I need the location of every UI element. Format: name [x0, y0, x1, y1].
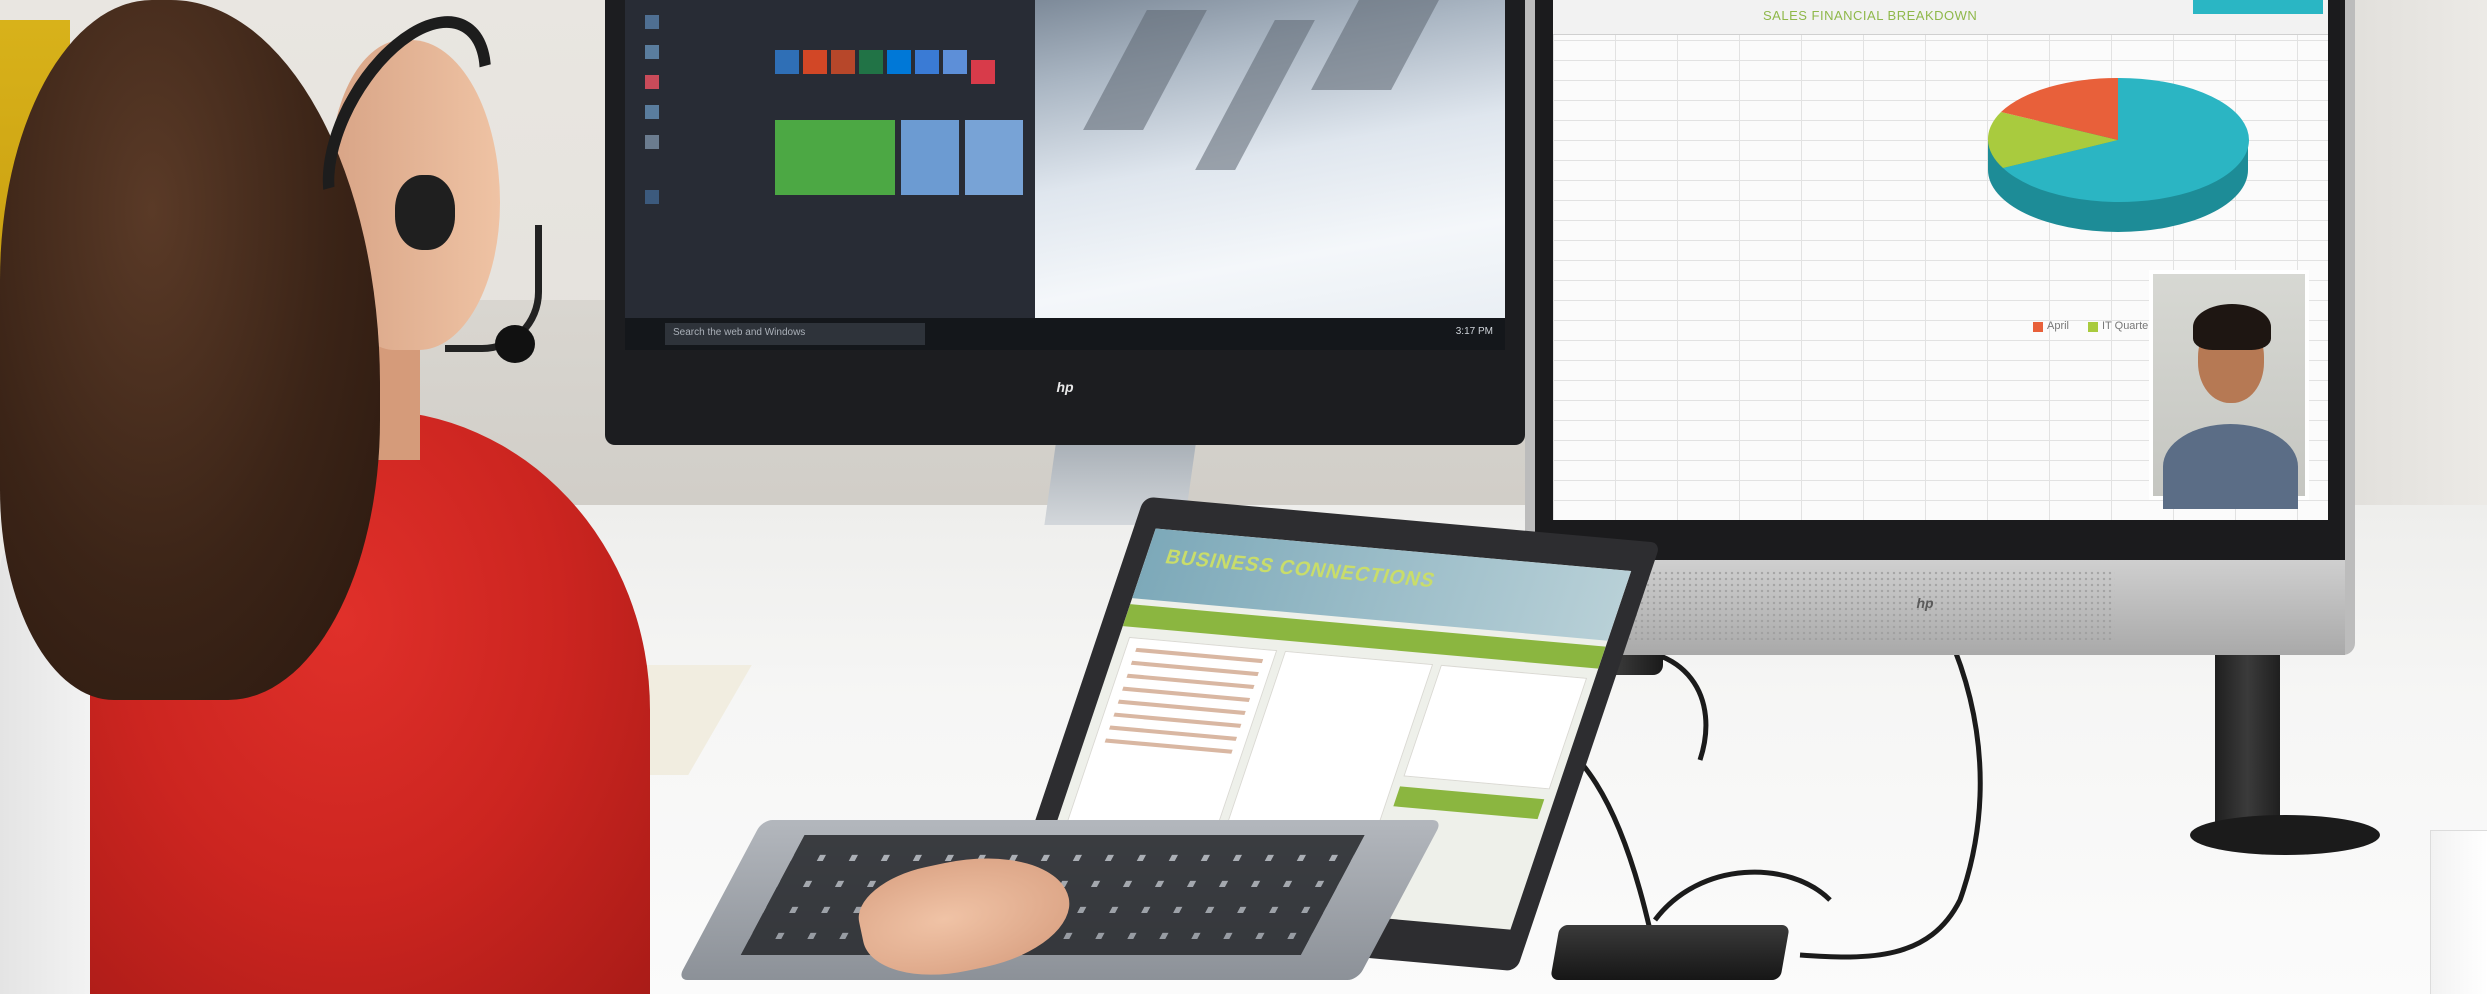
pie-chart: [1987, 77, 2249, 232]
app-icon: [645, 135, 659, 149]
snow-mountain-wallpaper: [1035, 0, 1505, 350]
office-workspace-photo: Search the web and Windows 3:17 PM hp SA…: [0, 0, 2487, 994]
start-menu: [625, 0, 1035, 350]
monitor-arm: [2215, 640, 2280, 825]
tile-red: [831, 50, 855, 74]
music-tile: [901, 120, 959, 195]
left-monitor-screen: Search the web and Windows 3:17 PM: [625, 0, 1505, 350]
accent-bar: [2193, 0, 2323, 14]
tile-blue: [775, 50, 799, 74]
tile-red: [971, 60, 995, 84]
app-icon: [645, 105, 659, 119]
mountain-ridge: [1311, 0, 1439, 90]
tile-blue: [887, 50, 911, 74]
spreadsheet-title: SALES FINANCIAL BREAKDOWN: [1763, 8, 1978, 23]
tile-orange: [803, 50, 827, 74]
docking-station: [1550, 925, 1790, 980]
mountain-ridge: [1083, 10, 1207, 130]
hp-logo: hp: [1056, 379, 1074, 395]
app-section-header: [1393, 786, 1545, 820]
search-placeholder: Search the web and Windows: [673, 327, 806, 338]
caller-hair: [2193, 304, 2271, 350]
app-icon: [645, 15, 659, 29]
caller-shirt: [2163, 424, 2298, 509]
video-call-window[interactable]: [2149, 270, 2309, 509]
right-monitor-bezel: SALES FINANCIAL BREAKDOWN April IT Quart…: [1535, 0, 2345, 560]
legend-label: IT Quarter: [2102, 320, 2152, 332]
tile-green: [859, 50, 883, 74]
legend-label: April: [2047, 320, 2070, 332]
app-icon: [645, 190, 659, 204]
right-monitor-screen: SALES FINANCIAL BREAKDOWN April IT Quart…: [1553, 0, 2328, 520]
tile-blue: [915, 50, 939, 74]
headset-microphone: [495, 325, 535, 363]
xbox-tile: [775, 120, 895, 195]
tray-clock: 3:17 PM: [1455, 326, 1493, 337]
legend-swatch: [2033, 322, 2043, 332]
tile-blue: [943, 50, 967, 74]
legend-swatch: [2088, 322, 2098, 332]
right-monitor-speaker-bar: hp: [1535, 560, 2345, 655]
app-logo: BUSINESS CONNECTIONS: [1162, 546, 1439, 593]
monitor-arm-base: [2190, 815, 2380, 855]
dock-cable: [1653, 869, 1832, 922]
app-calendar-panel: [1403, 664, 1588, 790]
app-icon: [645, 75, 659, 89]
left-monitor: Search the web and Windows 3:17 PM hp: [605, 0, 1525, 445]
app-icon: [645, 45, 659, 59]
mountain-ridge: [1195, 20, 1315, 170]
hp-logo: hp: [1916, 595, 1934, 611]
pen-holder: [2430, 830, 2487, 994]
taskbar-search-box[interactable]: Search the web and Windows: [665, 323, 925, 345]
windows-taskbar: Search the web and Windows 3:17 PM: [625, 318, 1505, 350]
movies-tile: [965, 120, 1023, 195]
